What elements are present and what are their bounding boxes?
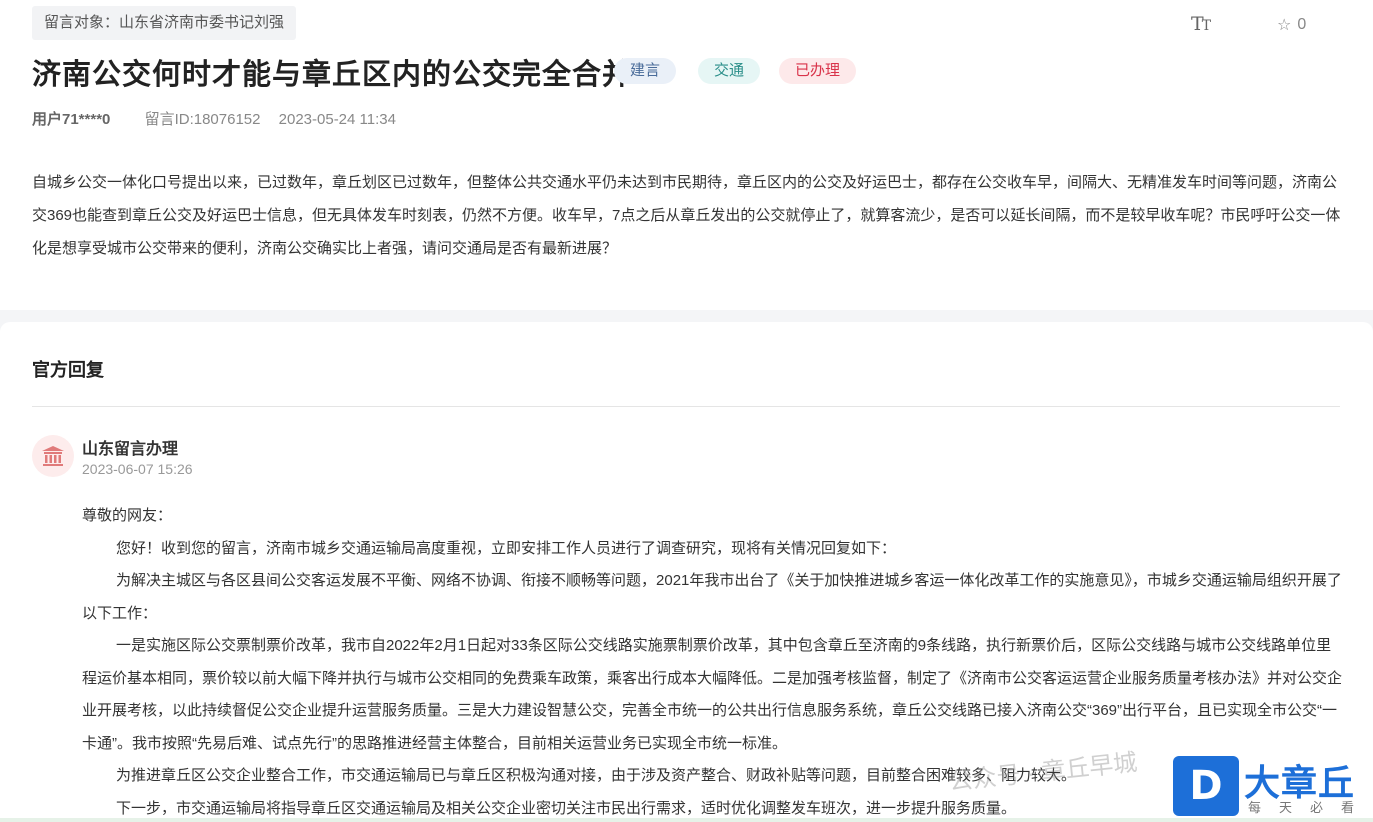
reply-paragraph: 为解决主城区与各区县间公交客运发展不平衡、网络不协调、衔接不顺畅等问题，2021… <box>82 572 1342 622</box>
user-name: 用户71****0 <box>32 111 111 128</box>
reply-paragraph: 您好！收到您的留言，济南市城乡交通运输局高度重视，立即安排工作人员进行了调查研究… <box>116 539 897 557</box>
favorite-button[interactable]: ☆ 0 <box>1277 15 1306 35</box>
reply-org-name: 山东留言办理 <box>82 441 179 458</box>
reply-paragraph: 为推进章丘区公交企业整合工作，市交通运输局已与章丘区积极沟通对接，由于涉及资产整… <box>116 767 1077 784</box>
tag-suggestion[interactable]: 建言 <box>614 58 677 84</box>
avatar <box>32 435 74 477</box>
message-target: 留言对象：山东省济南市委书记刘强 <box>32 6 297 40</box>
message-time: 2023-05-24 11:34 <box>278 111 396 128</box>
logo-d-icon: D <box>1173 756 1239 816</box>
reply-time: 2023-06-07 15:26 <box>82 461 193 477</box>
tag-traffic[interactable]: 交通 <box>698 58 761 84</box>
favorite-count: 0 <box>1297 16 1307 33</box>
message-id: 留言ID:18076152 <box>144 111 261 128</box>
message-meta: 用户71****0 留言ID:18076152 2023-05-24 11:34 <box>32 108 396 129</box>
reply-section-title: 官方回复 <box>32 360 104 380</box>
government-building-icon <box>42 446 64 466</box>
reply-paragraph: 一是实施区际公交票制票价改革，我市自2022年2月1日起对33条区际公交线路实施… <box>82 637 1343 752</box>
reply-content: 尊敬的网友： 您好！收到您的留言，济南市城乡交通运输局高度重视，立即安排工作人员… <box>82 500 1344 822</box>
bottom-edge <box>0 818 1373 822</box>
logo-slogan: 每天必看 <box>1248 800 1373 815</box>
reply-greeting: 尊敬的网友： <box>82 507 173 524</box>
page-title: 济南公交何时才能与章丘区内的公交完全合并 <box>32 59 633 91</box>
text-size-icon[interactable]: TT <box>1191 13 1211 35</box>
divider <box>32 406 1340 407</box>
message-content: 自城乡公交一体化口号提出以来，已过数年，章丘划区已过数年，但整体公共交通水平仍未… <box>32 174 1341 257</box>
status-badge: 已办理 <box>779 58 857 84</box>
star-icon: ☆ <box>1277 17 1292 34</box>
